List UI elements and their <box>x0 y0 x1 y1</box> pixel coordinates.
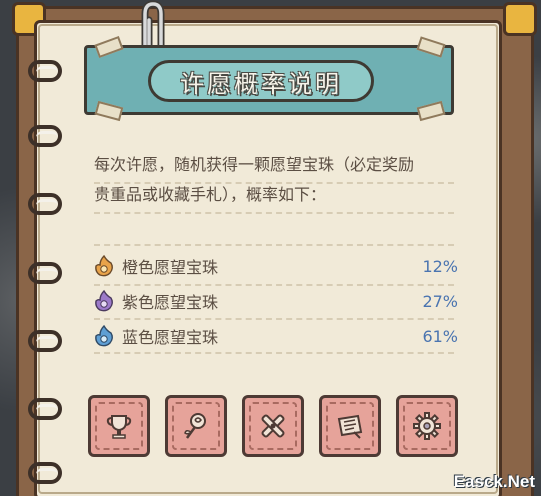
binding-ring <box>28 193 62 215</box>
stamp-trophy-button[interactable] <box>88 395 150 457</box>
description-line: 贵重品或收藏手札），概率如下： <box>94 185 327 204</box>
ruled-line <box>94 182 454 184</box>
binding-ring <box>28 398 62 420</box>
ruled-line <box>94 352 454 354</box>
purple-orb-icon <box>95 289 113 312</box>
rose-icon <box>184 413 206 439</box>
rate-percent: 61% <box>422 326 458 346</box>
orange-orb-icon <box>95 254 113 277</box>
cover-corner-top-right <box>503 2 537 36</box>
rate-row-orange: 橙色愿望宝珠 12% <box>92 252 462 280</box>
stamp-tools-button[interactable] <box>242 395 304 457</box>
rate-name: 紫色愿望宝珠 <box>122 293 219 312</box>
description-line: 每次许愿，随机获得一颗愿望宝珠（必定奖励 <box>94 155 415 174</box>
rate-percent: 12% <box>422 256 458 276</box>
watermark: Easck.Net <box>453 472 535 491</box>
rate-percent: 27% <box>422 291 458 311</box>
panel-title: 许愿概率说明 <box>180 69 342 98</box>
binding-ring <box>28 60 62 82</box>
stamp-rose-button[interactable] <box>165 395 227 457</box>
trophy-cup-icon <box>106 415 132 439</box>
binding-ring <box>28 125 62 147</box>
ruled-line <box>94 284 454 286</box>
binding-ring <box>28 330 62 352</box>
rate-row-blue: 蓝色愿望宝珠 61% <box>92 322 462 350</box>
binding-ring <box>28 262 62 284</box>
ruled-line <box>94 212 454 214</box>
ruled-line <box>94 318 454 320</box>
binding-ring <box>28 462 62 484</box>
rate-row-purple: 紫色愿望宝珠 27% <box>92 287 462 315</box>
scroll-map-icon <box>337 414 363 439</box>
crossed-tools-icon <box>261 414 285 438</box>
rate-name: 橙色愿望宝珠 <box>122 258 219 277</box>
stamp-gear-button[interactable] <box>396 395 458 457</box>
description: 每次许愿，随机获得一颗愿望宝珠（必定奖励 贵重品或收藏手札），概率如下： <box>94 150 464 210</box>
stamp-scroll-button[interactable] <box>319 395 381 457</box>
ruled-line <box>94 244 454 246</box>
blue-orb-icon <box>95 324 113 347</box>
gear-icon <box>413 412 441 440</box>
rate-name: 蓝色愿望宝珠 <box>122 328 219 347</box>
